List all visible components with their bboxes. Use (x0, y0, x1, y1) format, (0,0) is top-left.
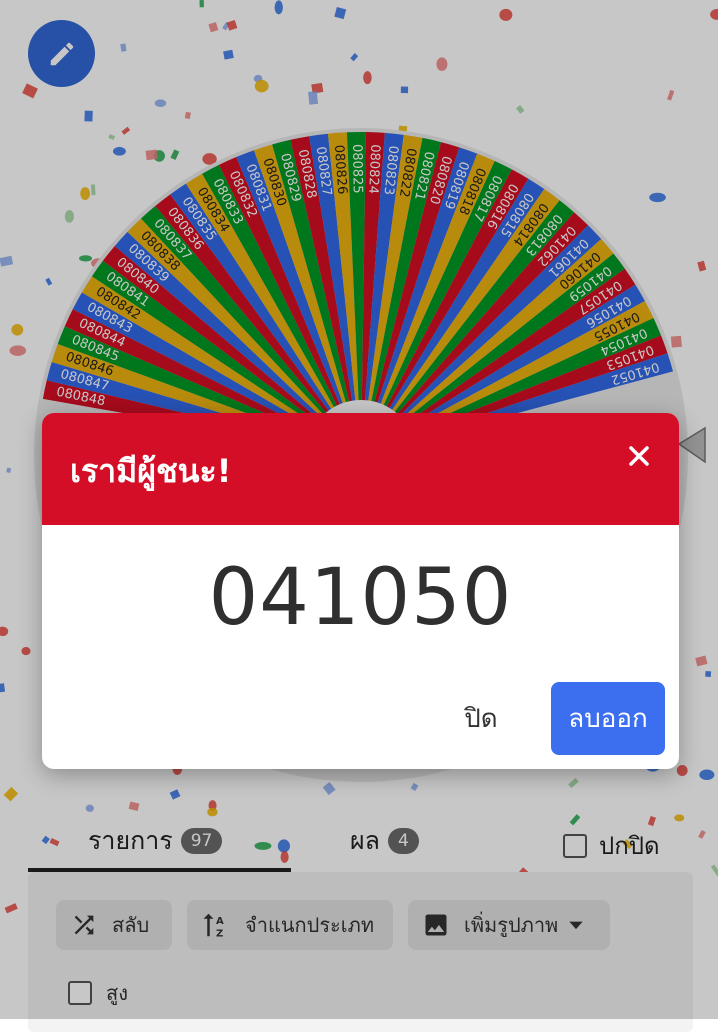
dialog-title: เรามีผู้ชนะ! (70, 452, 232, 490)
dialog-close-button[interactable] (622, 439, 656, 473)
close-button[interactable]: ปิด (450, 682, 512, 754)
remove-button[interactable]: ลบออก (551, 682, 665, 755)
winner-name: 041050 (208, 553, 513, 643)
close-icon (629, 446, 649, 466)
dialog-header: เรามีผู้ชนะ! (42, 413, 679, 525)
winner-dialog: เรามีผู้ชนะ! 041050 ปิด ลบออก (42, 413, 679, 769)
